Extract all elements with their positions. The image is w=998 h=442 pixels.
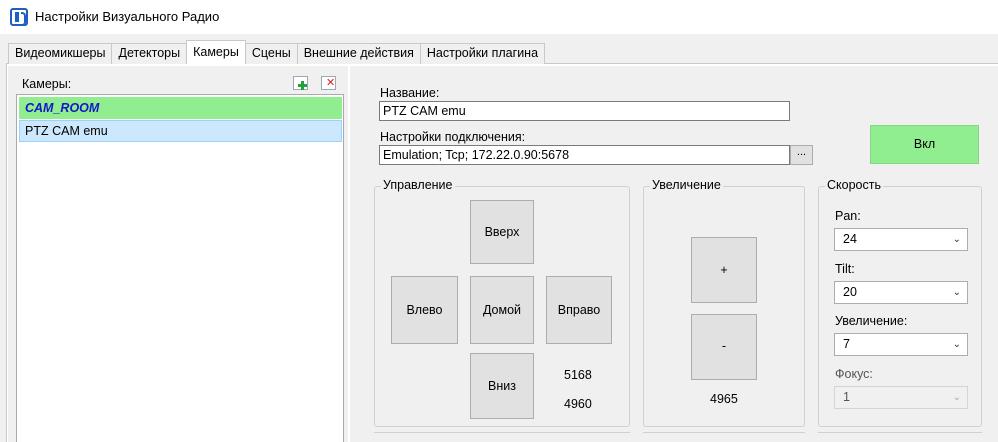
tilt-select[interactable]: 20 ⌄ <box>834 281 968 304</box>
zoom-speed-label: Увеличение: <box>835 314 908 328</box>
tab-scenes[interactable]: Сцены <box>244 43 298 64</box>
zoom-group-title: Увеличение <box>650 178 723 192</box>
splitter[interactable] <box>350 66 358 442</box>
cameras-label: Камеры: <box>22 77 72 91</box>
name-field[interactable]: PTZ CAM emu <box>379 101 790 121</box>
focus-select-value: 1 <box>843 390 850 404</box>
tilt-select-value: 20 <box>843 285 857 299</box>
zoom-speed-select-value: 7 <box>843 337 850 351</box>
right-button[interactable]: Вправо <box>546 276 612 344</box>
lower-group-edge <box>818 432 982 442</box>
left-button[interactable]: Влево <box>391 276 458 344</box>
home-button[interactable]: Домой <box>470 276 534 344</box>
pan-label: Pan: <box>835 209 861 223</box>
speed-group-title: Скорость <box>825 178 883 192</box>
tab-external-actions[interactable]: Внешние действия <box>296 43 421 64</box>
position-value-1: 5168 <box>564 368 592 382</box>
camera-list[interactable]: CAM_ROOM PTZ CAM emu <box>16 94 344 442</box>
up-button[interactable]: Вверх <box>470 200 534 264</box>
lower-group-edge <box>374 432 630 442</box>
on-button[interactable]: Вкл <box>870 125 979 164</box>
zoom-out-button[interactable]: - <box>691 314 757 380</box>
zoom-speed-select[interactable]: 7 ⌄ <box>834 333 968 356</box>
control-group-title: Управление <box>381 178 455 192</box>
focus-select: 1 ⌄ <box>834 386 968 409</box>
zoom-group: Увеличение <box>643 178 805 427</box>
pan-select[interactable]: 24 ⌄ <box>834 228 968 251</box>
zoom-in-button[interactable]: + <box>691 237 757 303</box>
chevron-down-icon: ⌄ <box>952 234 961 245</box>
chevron-down-icon: ⌄ <box>952 287 961 298</box>
connection-field[interactable]: Emulation; Tcp; 172.22.0.90:5678 <box>379 145 790 165</box>
tab-detectors[interactable]: Детекторы <box>111 43 188 64</box>
app-icon <box>10 8 28 26</box>
connection-label: Настройки подключения: <box>380 130 526 144</box>
tab-strip: Видеомикшеры Детекторы Камеры Сцены Внеш… <box>8 40 546 64</box>
lower-group-edge <box>643 432 805 442</box>
focus-label: Фокус: <box>835 367 873 381</box>
list-item[interactable]: PTZ CAM emu <box>19 120 342 142</box>
list-item[interactable]: CAM_ROOM <box>19 97 342 119</box>
zoom-value: 4965 <box>710 392 738 406</box>
tab-cameras[interactable]: Камеры <box>186 40 246 64</box>
position-value-2: 4960 <box>564 397 592 411</box>
down-button[interactable]: Вниз <box>470 353 534 419</box>
add-icon[interactable] <box>293 76 308 90</box>
browse-button[interactable]: ... <box>790 145 813 165</box>
chevron-down-icon: ⌄ <box>952 339 961 350</box>
chevron-down-icon: ⌄ <box>952 392 961 403</box>
title-bar: Настройки Визуального Радио <box>0 0 998 34</box>
pan-select-value: 24 <box>843 232 857 246</box>
name-label: Название: <box>380 86 440 100</box>
window-title: Настройки Визуального Радио <box>35 9 220 24</box>
delete-icon[interactable] <box>321 76 336 90</box>
tab-video-mixers[interactable]: Видеомикшеры <box>8 43 113 64</box>
tilt-label: Tilt: <box>835 262 855 276</box>
tab-plugin-settings[interactable]: Настройки плагина <box>419 43 546 64</box>
